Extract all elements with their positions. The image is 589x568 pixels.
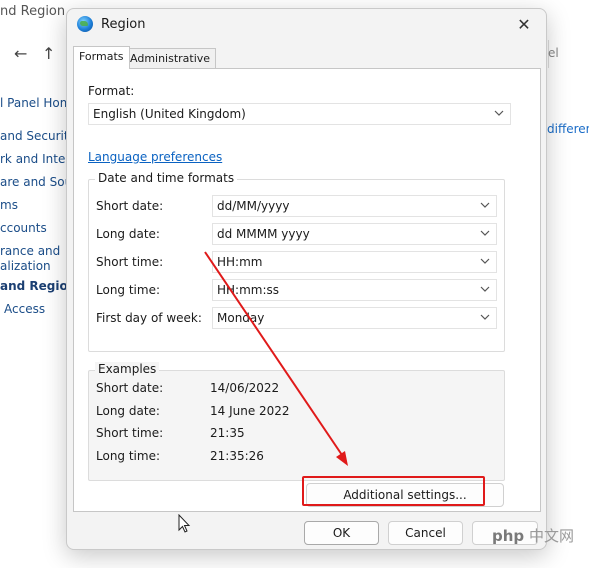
short-date-value: dd/MM/yyyy xyxy=(217,199,290,213)
close-icon[interactable]: ✕ xyxy=(514,15,534,35)
example-long-time-label: Long time: xyxy=(96,449,161,463)
long-date-label: Long date: xyxy=(96,227,160,241)
short-time-value: HH:mm xyxy=(217,255,263,269)
tab-administrative[interactable]: Administrative xyxy=(124,48,217,69)
date-time-formats-group: Date and time formats Short date: dd/MM/… xyxy=(88,171,505,352)
first-day-of-week-value: Monday xyxy=(217,311,265,325)
back-arrow-icon[interactable]: ← xyxy=(14,44,27,63)
short-date-label: Short date: xyxy=(96,199,164,213)
short-time-select[interactable]: HH:mm xyxy=(212,251,497,273)
example-short-time-label: Short time: xyxy=(96,426,164,440)
format-select-value: English (United Kingdom) xyxy=(93,107,246,121)
long-date-value: dd MMMM yyyy xyxy=(217,227,310,241)
examples-group: Examples Short date: 14/06/2022 Long dat… xyxy=(88,362,505,481)
cancel-button[interactable]: Cancel xyxy=(388,521,463,545)
long-time-label: Long time: xyxy=(96,283,161,297)
chevron-down-icon xyxy=(480,226,490,240)
background-window-title: nd Region xyxy=(0,4,66,19)
examples-title: Examples xyxy=(95,362,160,376)
formats-panel: Format: English (United Kingdom) Languag… xyxy=(73,68,541,512)
dialog-title: Region xyxy=(101,17,146,32)
short-date-select[interactable]: dd/MM/yyyy xyxy=(212,195,497,217)
chevron-down-icon xyxy=(480,282,490,296)
watermark: php 中文网 xyxy=(492,525,574,546)
up-arrow-icon[interactable]: ↑ xyxy=(42,44,55,63)
chevron-down-icon xyxy=(480,198,490,212)
watermark-right: 中文网 xyxy=(528,527,574,545)
example-long-time-value: 21:35:26 xyxy=(210,449,264,463)
ok-button[interactable]: OK xyxy=(304,521,379,545)
first-day-of-week-label: First day of week: xyxy=(96,311,202,325)
sidebar-item-security[interactable]: and Security xyxy=(0,129,76,143)
sidebar-item-clock-region[interactable]: and Region xyxy=(0,279,76,293)
first-day-of-week-select[interactable]: Monday xyxy=(212,307,497,329)
background-link-fragment[interactable]: differen xyxy=(547,122,589,136)
sidebar-item-accounts[interactable]: ccounts xyxy=(0,221,47,235)
language-preferences-link[interactable]: Language preferences xyxy=(88,150,222,164)
short-time-label: Short time: xyxy=(96,255,164,269)
chevron-down-icon xyxy=(494,106,504,120)
dialog-titlebar[interactable]: Region ✕ xyxy=(67,9,546,39)
globe-icon xyxy=(77,16,93,32)
chevron-down-icon xyxy=(480,254,490,268)
date-time-formats-title: Date and time formats xyxy=(95,171,238,185)
tab-formats[interactable]: Formats xyxy=(73,46,130,69)
watermark-left: php xyxy=(492,527,525,545)
highlight-box xyxy=(302,476,485,506)
sidebar-item-appearance-line2[interactable]: alization xyxy=(0,259,51,273)
sidebar-item-ease-of-access[interactable]: Access xyxy=(4,302,45,316)
sidebar-item-control-panel-home[interactable]: l Panel Hom xyxy=(0,96,71,110)
chevron-down-icon xyxy=(480,310,490,324)
mouse-pointer-icon xyxy=(178,514,191,533)
example-short-time-value: 21:35 xyxy=(210,426,245,440)
sidebar-item-appearance[interactable]: rance and xyxy=(0,244,60,258)
region-dialog: Region ✕ Formats Administrative Format: … xyxy=(66,8,547,550)
example-short-date-label: Short date: xyxy=(96,381,164,395)
format-select[interactable]: English (United Kingdom) xyxy=(88,103,511,125)
example-long-date-value: 14 June 2022 xyxy=(210,404,290,418)
sidebar-item-programs[interactable]: ms xyxy=(0,198,18,212)
example-long-date-label: Long date: xyxy=(96,404,160,418)
long-date-select[interactable]: dd MMMM yyyy xyxy=(212,223,497,245)
long-time-select[interactable]: HH:mm:ss xyxy=(212,279,497,301)
background-address-fragment: el xyxy=(548,46,559,60)
example-short-date-value: 14/06/2022 xyxy=(210,381,280,395)
long-time-value: HH:mm:ss xyxy=(217,283,280,297)
format-label: Format: xyxy=(88,84,135,98)
